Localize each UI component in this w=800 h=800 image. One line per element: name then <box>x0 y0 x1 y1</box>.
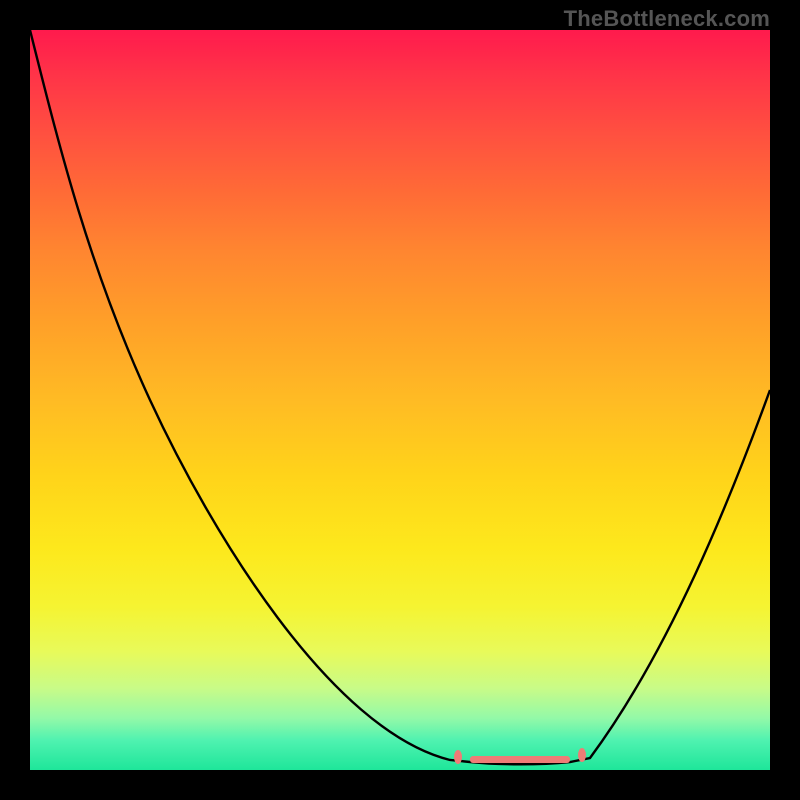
plot-area <box>30 30 770 770</box>
chart-frame: TheBottleneck.com <box>0 0 800 800</box>
marker-dot <box>578 748 586 762</box>
bottleneck-curve <box>30 30 770 764</box>
marker-dot <box>454 750 462 764</box>
watermark-text: TheBottleneck.com <box>564 6 770 32</box>
flat-range-bar <box>470 756 570 763</box>
curve-svg <box>30 30 770 770</box>
